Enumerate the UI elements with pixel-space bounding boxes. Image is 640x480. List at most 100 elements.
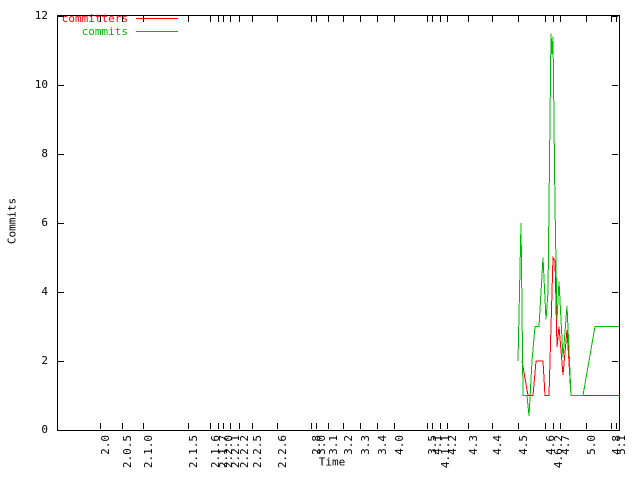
x-tick-label: 5.0 — [587, 435, 597, 455]
x-tick-top — [518, 16, 519, 22]
x-tick-top — [218, 16, 219, 22]
y-tick-left — [58, 223, 64, 224]
x-tick-top — [343, 16, 344, 22]
x-tick-bottom — [492, 423, 493, 429]
y-tick-label: 8 — [0, 148, 48, 160]
x-tick-bottom — [440, 423, 441, 429]
x-tick-bottom — [316, 423, 317, 429]
x-tick-top — [328, 16, 329, 22]
x-tick-bottom — [277, 423, 278, 429]
x-tick-bottom — [611, 423, 612, 429]
x-tick-top — [210, 16, 211, 22]
x-tick-label: 4.5 — [519, 435, 529, 455]
x-tick-bottom — [252, 423, 253, 429]
x-tick-top — [394, 16, 395, 22]
x-tick-label: 2.2.6 — [278, 435, 288, 468]
x-tick-label: 4.2 — [448, 435, 458, 455]
legend-line-sample-commits — [136, 31, 178, 32]
x-tick-top — [316, 16, 317, 22]
x-tick-bottom — [210, 423, 211, 429]
x-tick-top — [427, 16, 428, 22]
x-tick-label: 4.0 — [395, 435, 405, 455]
x-tick-top — [440, 16, 441, 22]
x-tick-bottom — [427, 423, 428, 429]
x-tick-top — [560, 16, 561, 22]
y-tick-left — [58, 292, 64, 293]
x-tick-top — [239, 16, 240, 22]
y-tick-left — [58, 361, 64, 362]
x-tick-bottom — [360, 423, 361, 429]
x-tick-bottom — [328, 423, 329, 429]
x-tick-bottom — [468, 423, 469, 429]
x-tick-bottom — [394, 423, 395, 429]
x-tick-bottom — [560, 423, 561, 429]
x-tick-top — [277, 16, 278, 22]
y-tick-label: 10 — [0, 79, 48, 91]
y-tick-left — [58, 85, 64, 86]
x-tick-label: 4.3 — [469, 435, 479, 455]
x-tick-top — [360, 16, 361, 22]
x-tick-bottom — [188, 423, 189, 429]
x-tick-bottom — [218, 423, 219, 429]
x-tick-label: 3.1 — [329, 435, 339, 455]
y-tick-right — [612, 361, 618, 362]
x-tick-bottom — [553, 423, 554, 429]
x-tick-bottom — [311, 423, 312, 429]
gnuplot-chart: 2.02.0.52.1.02.1.52.1.62.1.72.2.02.2.12.… — [0, 0, 640, 480]
x-tick-label: 2.2.2 — [240, 435, 250, 468]
y-tick-label: 0 — [0, 424, 48, 436]
x-tick-top — [377, 16, 378, 22]
x-tick-top — [223, 16, 224, 22]
x-tick-label: 2.0.5 — [123, 435, 133, 468]
y-tick-right — [612, 430, 618, 431]
y-axis-title: Commits — [6, 198, 19, 244]
legend: committers commits — [56, 12, 178, 38]
legend-item-commits: commits — [56, 25, 178, 38]
x-tick-label: 3.2 — [344, 435, 354, 455]
x-tick-top — [252, 16, 253, 22]
x-tick-label: 3.0 — [317, 435, 327, 455]
chart-svg — [58, 16, 619, 430]
legend-label-commits: commits — [56, 25, 128, 38]
y-tick-right — [612, 154, 618, 155]
x-tick-bottom — [223, 423, 224, 429]
x-tick-top — [447, 16, 448, 22]
x-tick-label: 5.1 — [617, 435, 627, 455]
x-tick-bottom — [586, 423, 587, 429]
y-tick-label: 12 — [0, 10, 48, 22]
x-tick-bottom — [100, 423, 101, 429]
x-tick-bottom — [230, 423, 231, 429]
x-tick-bottom — [377, 423, 378, 429]
x-tick-bottom — [545, 423, 546, 429]
x-tick-label: 3.3 — [361, 435, 371, 455]
y-tick-label: 2 — [0, 355, 48, 367]
x-tick-label: 4.7 — [561, 435, 571, 455]
y-tick-left — [58, 154, 64, 155]
y-tick-right — [612, 223, 618, 224]
x-tick-bottom — [518, 423, 519, 429]
x-tick-top — [468, 16, 469, 22]
legend-label-committers: committers — [56, 12, 128, 25]
x-tick-label: 4.4 — [493, 435, 503, 455]
x-tick-bottom — [143, 423, 144, 429]
y-tick-label: 4 — [0, 286, 48, 298]
x-tick-top — [311, 16, 312, 22]
x-tick-top — [586, 16, 587, 22]
y-tick-left — [58, 430, 64, 431]
x-tick-bottom — [616, 423, 617, 429]
x-tick-top — [553, 16, 554, 22]
x-tick-label: 2.0 — [101, 435, 111, 455]
y-tick-right — [612, 292, 618, 293]
legend-line-sample-committers — [136, 18, 178, 19]
x-tick-top — [545, 16, 546, 22]
x-tick-bottom — [239, 423, 240, 429]
x-tick-label: 2.1.0 — [144, 435, 154, 468]
y-tick-right — [612, 85, 618, 86]
x-tick-top — [432, 16, 433, 22]
x-tick-top — [492, 16, 493, 22]
x-tick-label: 3.4 — [378, 435, 388, 455]
x-tick-label: 2.1.5 — [189, 435, 199, 468]
y-tick-right — [612, 16, 618, 17]
x-tick-bottom — [343, 423, 344, 429]
x-tick-top — [188, 16, 189, 22]
